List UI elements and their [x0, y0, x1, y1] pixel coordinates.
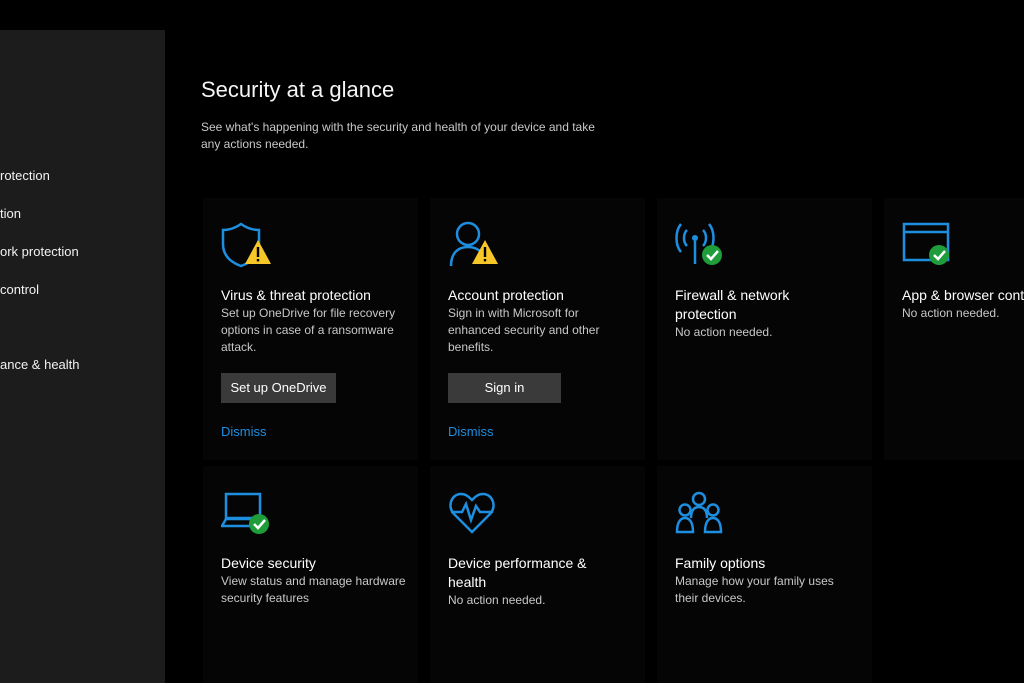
tile-description: No action needed.: [448, 593, 546, 607]
tile-device-security[interactable]: Device security View status and manage h…: [203, 466, 418, 683]
tile-description: View status and manage hardware security…: [221, 574, 406, 605]
sign-in-button[interactable]: Sign in: [448, 373, 561, 403]
page-title: Security at a glance: [201, 77, 395, 102]
sidebar-item-virus-threat-protection[interactable]: rotection: [0, 160, 165, 192]
sidebar-item-label: ance & health: [0, 357, 80, 372]
tile-title: Device performance & health: [448, 555, 587, 590]
tile-title: Firewall & network protection: [675, 287, 790, 322]
sidebar-item-label: ork protection: [0, 244, 79, 259]
sidebar-item-account-protection[interactable]: tion: [0, 198, 165, 230]
tile-title: Virus & threat protection: [221, 287, 371, 303]
wireless-antenna-check-icon: [675, 220, 731, 270]
tile-device-performance-health[interactable]: Device performance & health No action ne…: [430, 466, 645, 683]
main-panel: Security at a glance See what's happenin…: [165, 30, 1024, 683]
tile-virus-threat-protection[interactable]: Virus & threat protection Set up OneDriv…: [203, 198, 418, 460]
sidebar-item-label: tion: [0, 206, 21, 221]
sidebar-item-label: control: [0, 282, 40, 297]
dismiss-link[interactable]: Dismiss: [448, 424, 494, 439]
dismiss-link[interactable]: Dismiss: [221, 424, 267, 439]
heart-pulse-icon: [448, 488, 504, 538]
family-group-icon: [675, 488, 731, 538]
tile-app-browser-control[interactable]: App & browser control No action needed.: [884, 198, 1024, 460]
tile-description: Sign in with Microsoft for enhanced secu…: [448, 306, 600, 354]
sidebar-item-device-performance-health[interactable]: ance & health: [0, 349, 165, 381]
tile-title: Family options: [675, 555, 766, 571]
setup-onedrive-button[interactable]: Set up OneDrive: [221, 373, 336, 403]
page-subtitle: See what's happening with the security a…: [201, 120, 595, 151]
tile-family-options[interactable]: Family options Manage how your family us…: [657, 466, 872, 683]
person-warning-icon: [448, 220, 504, 270]
sidebar-item-label: rotection: [0, 168, 50, 183]
sidebar: rotection tion ork protection control an…: [0, 30, 165, 683]
laptop-check-icon: [219, 488, 277, 538]
tile-description: Manage how your family uses their device…: [675, 574, 834, 605]
tile-description: No action needed.: [902, 306, 1000, 320]
tile-title: App & browser control: [902, 287, 1024, 303]
tile-title: Account protection: [448, 287, 564, 303]
title-bar: [0, 0, 1024, 30]
tile-description: No action needed.: [675, 325, 773, 339]
tile-description: Set up OneDrive for file recovery option…: [221, 306, 396, 354]
tile-account-protection[interactable]: Account protection Sign in with Microsof…: [430, 198, 645, 460]
tile-title: Device security: [221, 555, 316, 571]
tile-firewall-network-protection[interactable]: Firewall & network protection No action …: [657, 198, 872, 460]
browser-window-check-icon: [902, 220, 958, 270]
sidebar-item-firewall-network-protection[interactable]: ork protection: [0, 236, 165, 268]
shield-warning-icon: [221, 220, 277, 270]
sidebar-item-app-browser-control[interactable]: control: [0, 274, 165, 306]
